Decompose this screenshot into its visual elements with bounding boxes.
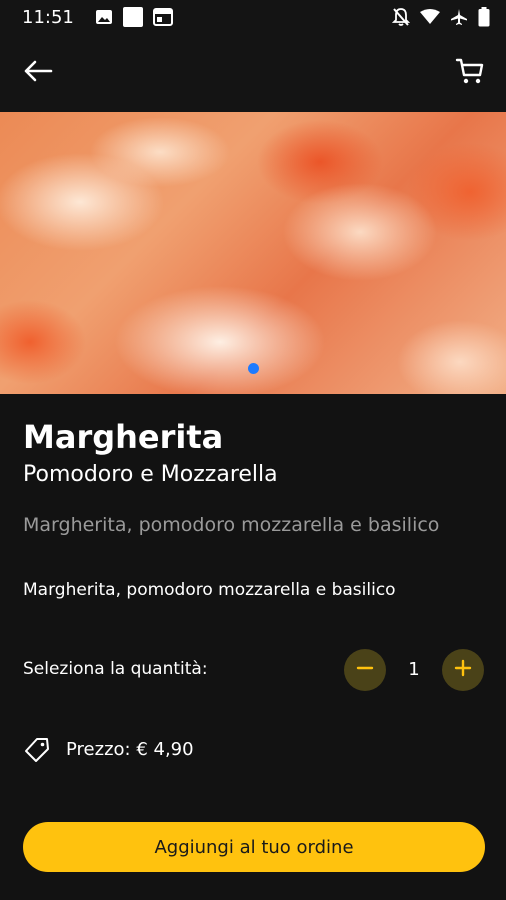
decrease-quantity-button[interactable] <box>344 649 386 691</box>
wifi-icon <box>420 9 440 25</box>
arrow-left-icon <box>23 59 53 87</box>
product-image[interactable] <box>0 112 506 394</box>
status-right <box>392 7 490 27</box>
cart-button[interactable] <box>452 55 488 91</box>
airplane-icon <box>450 8 468 26</box>
increase-quantity-button[interactable] <box>442 649 484 691</box>
status-time: 11:51 <box>22 6 74 28</box>
product-title: Margherita <box>23 418 224 456</box>
product-subtitle: Pomodoro e Mozzarella <box>23 462 278 487</box>
quantity-value: 1 <box>408 659 420 680</box>
minus-icon <box>355 658 375 682</box>
product-description-secondary: Margherita, pomodoro mozzarella e basili… <box>23 514 440 536</box>
plus-icon <box>453 658 473 682</box>
cart-icon <box>455 56 485 90</box>
calendar-icon <box>152 8 173 26</box>
quantity-label: Seleziona la quantità: <box>23 659 208 679</box>
carousel-indicator-dot[interactable] <box>248 363 259 374</box>
add-to-order-button[interactable]: Aggiungi al tuo ordine <box>23 822 485 872</box>
price-text: Prezzo: € 4,90 <box>66 739 194 760</box>
notifications-off-icon <box>392 7 410 27</box>
back-button[interactable] <box>20 55 56 91</box>
square-icon <box>122 6 144 28</box>
product-description: Margherita, pomodoro mozzarella e basili… <box>23 580 396 600</box>
battery-icon <box>478 7 490 27</box>
app-bar <box>0 34 506 112</box>
tag-icon <box>23 736 51 768</box>
image-icon <box>95 8 113 26</box>
status-left: 11:51 <box>22 6 173 28</box>
status-bar: 11:51 <box>0 0 506 34</box>
